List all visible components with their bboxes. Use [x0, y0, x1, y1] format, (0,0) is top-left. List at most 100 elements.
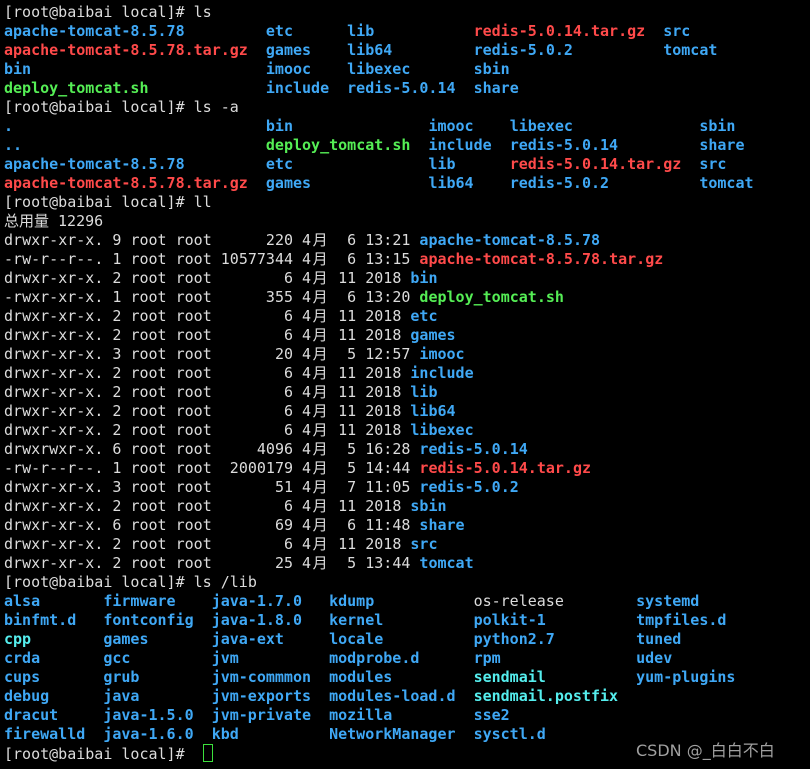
file-entry[interactable]: tuned [636, 630, 681, 648]
file-name[interactable]: deploy_tomcat.sh [419, 288, 564, 306]
cursor[interactable] [202, 744, 213, 762]
file-entry[interactable]: redis-5.0.14 [510, 136, 700, 155]
file-entry[interactable]: sendmail.postfix [474, 687, 619, 705]
file-entry[interactable]: python2.7 [474, 630, 637, 649]
file-entry[interactable]: udev [636, 649, 672, 667]
file-entry[interactable]: crda [4, 649, 103, 668]
file-entry[interactable]: cups [4, 668, 103, 687]
file-entry[interactable]: binfmt.d [4, 611, 103, 630]
file-entry[interactable]: rpm [474, 649, 637, 668]
file-entry[interactable]: sbin [474, 60, 510, 78]
file-entry[interactable]: redis-5.0.14.tar.gz [510, 155, 700, 174]
file-entry[interactable]: modprobe.d [329, 649, 473, 668]
file-entry[interactable]: jvm [212, 649, 329, 668]
file-name[interactable]: libexec [410, 421, 473, 439]
file-entry[interactable]: redis-5.0.14 [347, 79, 473, 98]
file-entry[interactable]: os-release [474, 592, 637, 611]
file-entry[interactable]: sbin [699, 117, 735, 135]
file-entry[interactable]: redis-5.0.14.tar.gz [474, 22, 664, 41]
file-entry[interactable]: sse2 [474, 706, 510, 724]
file-entry[interactable]: locale [329, 630, 473, 649]
file-entry[interactable]: lib64 [347, 41, 473, 60]
file-name[interactable]: redis-5.0.2 [419, 478, 518, 496]
file-name[interactable]: tomcat [419, 554, 473, 572]
file-entry[interactable]: alsa [4, 592, 103, 611]
file-entry[interactable]: java-1.5.0 [103, 706, 211, 725]
file-entry[interactable]: apache-tomcat-8.5.78 [4, 22, 266, 41]
file-entry[interactable]: deploy_tomcat.sh [4, 79, 266, 98]
file-entry[interactable]: cpp [4, 630, 103, 649]
file-entry[interactable]: polkit-1 [474, 611, 637, 630]
file-name[interactable]: src [410, 535, 437, 553]
file-entry[interactable]: firewalld [4, 725, 103, 744]
file-entry[interactable]: share [474, 79, 519, 97]
file-entry[interactable]: games [103, 630, 211, 649]
file-entry[interactable]: etc [266, 22, 347, 41]
file-entry[interactable]: grub [103, 668, 211, 687]
file-entry[interactable]: imooc [428, 117, 509, 136]
file-entry[interactable]: modules [329, 668, 473, 687]
file-name[interactable]: apache-tomcat-8.5.78.tar.gz [419, 250, 663, 268]
file-entry[interactable]: libexec [510, 117, 700, 136]
file-name[interactable]: include [410, 364, 473, 382]
file-entry[interactable]: tmpfiles.d [636, 611, 726, 629]
file-entry[interactable]: java [103, 687, 211, 706]
file-entry[interactable]: java-1.8.0 [212, 611, 329, 630]
file-entry[interactable]: dracut [4, 706, 103, 725]
file-entry[interactable]: sysctl.d [474, 725, 546, 743]
file-entry[interactable]: bin [4, 60, 266, 79]
file-name[interactable]: etc [410, 307, 437, 325]
file-entry[interactable]: imooc [266, 60, 347, 79]
file-entry[interactable]: java-1.6.0 [103, 725, 211, 744]
file-entry[interactable]: etc [266, 155, 429, 174]
file-entry[interactable]: games [266, 41, 347, 60]
file-entry[interactable]: tomcat [663, 41, 717, 59]
file-entry[interactable]: java-1.7.0 [212, 592, 329, 611]
file-entry[interactable]: lib64 [428, 174, 509, 193]
file-entry[interactable]: apache-tomcat-8.5.78.tar.gz [4, 41, 266, 60]
file-entry[interactable]: jvm-exports [212, 687, 329, 706]
file-entry[interactable]: redis-5.0.2 [510, 174, 700, 193]
file-entry[interactable]: apache-tomcat-8.5.78.tar.gz [4, 174, 266, 193]
file-entry[interactable]: lib [428, 155, 509, 174]
file-entry[interactable]: deploy_tomcat.sh [266, 136, 429, 155]
file-entry[interactable]: jvm-commmon [212, 668, 329, 687]
file-entry[interactable]: gcc [103, 649, 211, 668]
file-entry[interactable]: . [4, 117, 266, 136]
file-entry[interactable]: systemd [636, 592, 699, 610]
file-entry[interactable]: apache-tomcat-8.5.78 [4, 155, 266, 174]
file-entry[interactable]: lib [347, 22, 473, 41]
file-entry[interactable]: yum-plugins [636, 668, 735, 686]
file-entry[interactable]: kbd [212, 725, 329, 744]
file-entry[interactable]: src [663, 22, 690, 40]
file-entry[interactable]: games [266, 174, 429, 193]
file-name[interactable]: games [410, 326, 455, 344]
file-name[interactable]: redis-5.0.14 [419, 440, 527, 458]
file-name[interactable]: sbin [410, 497, 446, 515]
file-entry[interactable]: kdump [329, 592, 473, 611]
file-name[interactable]: bin [410, 269, 437, 287]
file-entry[interactable]: .. [4, 136, 266, 155]
file-entry[interactable]: mozilla [329, 706, 473, 725]
file-entry[interactable]: src [699, 155, 726, 173]
file-entry[interactable]: kernel [329, 611, 473, 630]
file-entry[interactable]: share [699, 136, 744, 154]
file-name[interactable]: redis-5.0.14.tar.gz [419, 459, 591, 477]
file-entry[interactable]: include [428, 136, 509, 155]
file-name[interactable]: imooc [419, 345, 464, 363]
file-entry[interactable]: include [266, 79, 347, 98]
file-entry[interactable]: NetworkManager [329, 725, 473, 744]
file-name[interactable]: lib [410, 383, 437, 401]
terminal-output[interactable]: [root@baibai local]# ls apache-tomcat-8.5… [4, 3, 754, 763]
file-entry[interactable]: libexec [347, 60, 473, 79]
file-entry[interactable]: modules-load.d [329, 687, 473, 706]
file-entry[interactable]: bin [266, 117, 429, 136]
file-name[interactable]: share [419, 516, 464, 534]
file-entry[interactable]: sendmail [474, 668, 637, 687]
file-entry[interactable]: fontconfig [103, 611, 211, 630]
file-entry[interactable]: redis-5.0.2 [474, 41, 664, 60]
file-name[interactable]: lib64 [410, 402, 455, 420]
file-entry[interactable]: jvm-private [212, 706, 329, 725]
file-name[interactable]: apache-tomcat-8.5.78 [419, 231, 600, 249]
file-entry[interactable]: tomcat [699, 174, 753, 192]
